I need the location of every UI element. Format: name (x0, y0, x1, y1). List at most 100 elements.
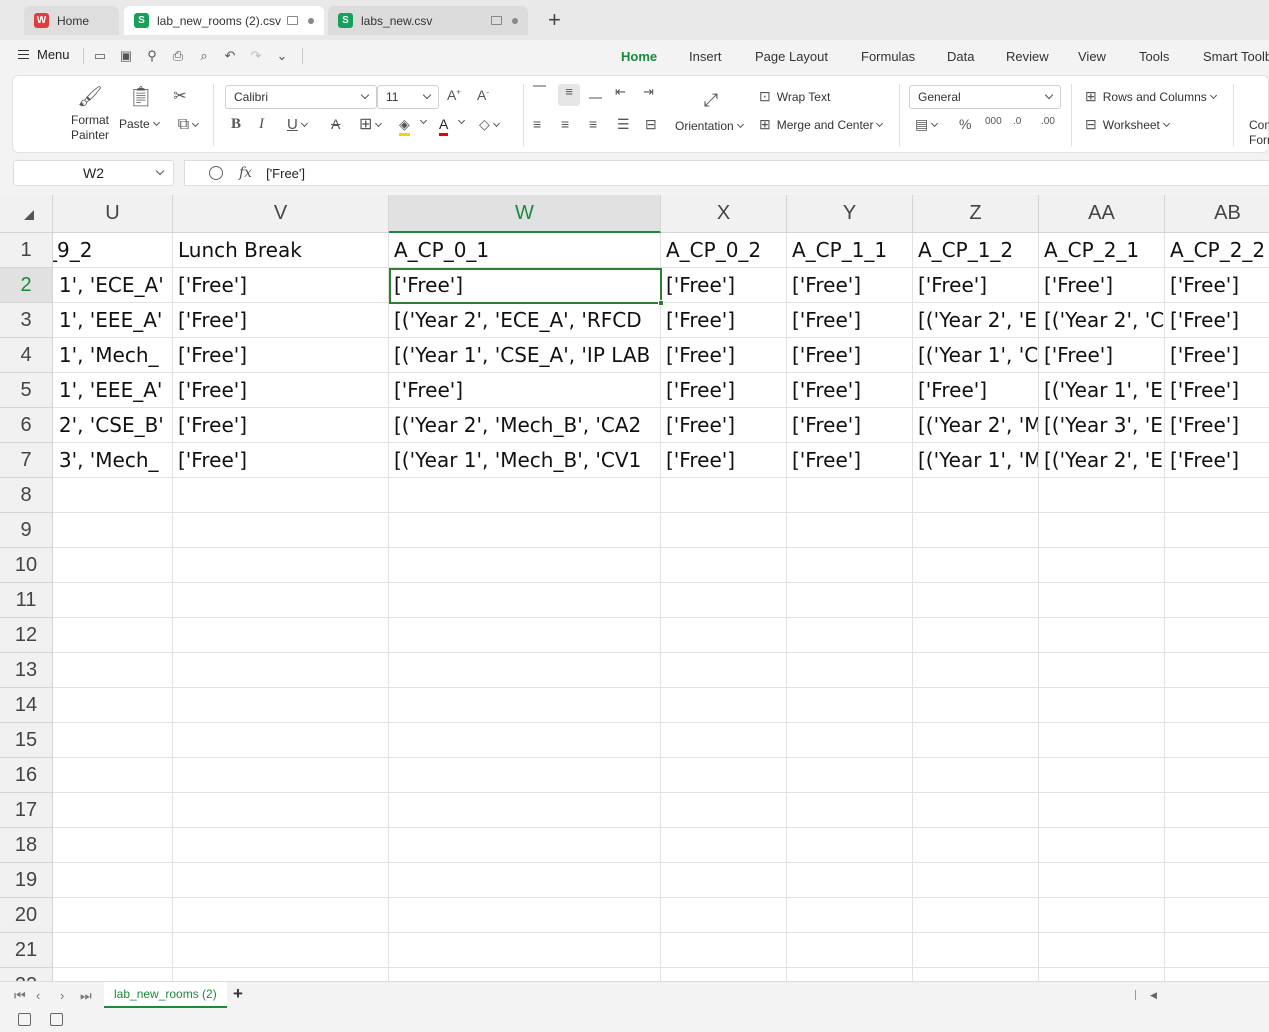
borders-icon[interactable]: ⊞ (359, 114, 383, 134)
column-header-u[interactable]: U (53, 195, 173, 233)
cell-w13[interactable] (389, 653, 661, 688)
cell-aa3[interactable]: [('Year 2', 'C (1039, 303, 1165, 338)
cell-w8[interactable] (389, 478, 661, 513)
row-header-15[interactable]: 15 (0, 723, 53, 758)
cell-w9[interactable] (389, 513, 661, 548)
cell-x1[interactable]: A_CP_0_2 (661, 233, 787, 268)
cell-w12[interactable] (389, 618, 661, 653)
cell-y14[interactable] (787, 688, 913, 723)
cell-x6[interactable]: ['Free'] (661, 408, 787, 443)
font-color-icon[interactable]: A (439, 116, 449, 136)
cell-y20[interactable] (787, 898, 913, 933)
bold-icon[interactable]: B (231, 116, 241, 133)
cell-x5[interactable]: ['Free'] (661, 373, 787, 408)
cell-x7[interactable]: ['Free'] (661, 443, 787, 478)
row-header-10[interactable]: 10 (0, 548, 53, 583)
cell-v17[interactable] (173, 793, 389, 828)
cell-z9[interactable] (913, 513, 1039, 548)
worksheet-button[interactable]: ⊟ Worksheet (1085, 116, 1170, 133)
more-chevron-icon[interactable]: ⌄ (274, 48, 290, 64)
decrease-font-icon[interactable]: A- (477, 87, 489, 103)
cell-x3[interactable]: ['Free'] (661, 303, 787, 338)
font-name-select[interactable]: Calibri (225, 85, 377, 109)
cell-y1[interactable]: A_CP_1_1 (787, 233, 913, 268)
cell-u2[interactable]: ' 1', 'ECE_A' (53, 268, 173, 303)
cell-ab11[interactable] (1165, 583, 1269, 618)
cell-aa13[interactable] (1039, 653, 1165, 688)
copy-icon[interactable]: ⧉ (173, 116, 203, 134)
row-header-11[interactable]: 11 (0, 583, 53, 618)
cell-v10[interactable] (173, 548, 389, 583)
cell-ab12[interactable] (1165, 618, 1269, 653)
align-center-icon[interactable]: ≡ (561, 116, 569, 132)
menu-button[interactable]: Menu (18, 47, 70, 62)
cell-u1[interactable]: _9_2 (53, 233, 173, 268)
cell-u17[interactable] (53, 793, 173, 828)
cell-z5[interactable]: ['Free'] (913, 373, 1039, 408)
justify-icon[interactable]: ☰ (617, 116, 630, 133)
next-sheet-icon[interactable]: › (60, 988, 64, 1003)
cell-ab15[interactable] (1165, 723, 1269, 758)
fx-icon[interactable]: fx (239, 165, 252, 181)
unsaved-dot-icon[interactable] (512, 17, 518, 24)
align-top-icon[interactable]: ⎺ (533, 84, 546, 100)
cell-x13[interactable] (661, 653, 787, 688)
last-sheet-icon[interactable]: ⏭ (80, 988, 92, 1004)
cell-x19[interactable] (661, 863, 787, 898)
cell-ab7[interactable]: ['Free'] (1165, 443, 1269, 478)
row-header-18[interactable]: 18 (0, 828, 53, 863)
ribbon-tab-smart-toolbox[interactable]: Smart Toolbox (1203, 49, 1269, 64)
cell-z2[interactable]: ['Free'] (913, 268, 1039, 303)
cell-u6[interactable]: ' 2', 'CSE_B' (53, 408, 173, 443)
orientation-button[interactable]: ⤢ Orientation (675, 90, 747, 146)
undo-icon[interactable]: ↶ (222, 48, 238, 64)
cell-aa10[interactable] (1039, 548, 1165, 583)
ribbon-tab-page-layout[interactable]: Page Layout (755, 49, 828, 64)
cell-v18[interactable] (173, 828, 389, 863)
cell-x11[interactable] (661, 583, 787, 618)
ribbon-tab-formulas[interactable]: Formulas (861, 49, 915, 64)
cell-u7[interactable]: ' 3', 'Mech_ (53, 443, 173, 478)
align-middle-icon[interactable]: ≡ (558, 84, 580, 106)
row-header-2[interactable]: 2 (0, 268, 53, 303)
row-header-12[interactable]: 12 (0, 618, 53, 653)
zoom-lookup-icon[interactable] (209, 166, 223, 180)
cell-v13[interactable] (173, 653, 389, 688)
cell-w2[interactable]: ['Free'] (389, 268, 661, 303)
row-header-16[interactable]: 16 (0, 758, 53, 793)
percent-icon[interactable]: % (959, 116, 971, 132)
cell-y16[interactable] (787, 758, 913, 793)
row-header-5[interactable]: 5 (0, 373, 53, 408)
increase-indent-icon[interactable]: ⇥ (643, 84, 654, 100)
cell-z1[interactable]: A_CP_1_2 (913, 233, 1039, 268)
column-header-w[interactable]: W (389, 195, 661, 233)
cell-z3[interactable]: [('Year 2', 'E (913, 303, 1039, 338)
strikethrough-icon[interactable]: A (331, 116, 340, 132)
ribbon-tab-data[interactable]: Data (947, 49, 974, 64)
cell-aa4[interactable]: ['Free'] (1039, 338, 1165, 373)
tab-home[interactable]: W Home (24, 6, 119, 35)
cell-z18[interactable] (913, 828, 1039, 863)
cell-x22[interactable] (661, 968, 787, 981)
cell-z22[interactable] (913, 968, 1039, 981)
column-header-v[interactable]: V (173, 195, 389, 233)
cell-u11[interactable] (53, 583, 173, 618)
print-icon[interactable]: ⎙ (170, 48, 186, 64)
tab-active-document[interactable]: S lab_new_rooms (2).csv (124, 6, 324, 35)
cell-v2[interactable]: ['Free'] (173, 268, 389, 303)
cell-z21[interactable] (913, 933, 1039, 968)
cell-v5[interactable]: ['Free'] (173, 373, 389, 408)
cell-aa22[interactable] (1039, 968, 1165, 981)
cell-ab1[interactable]: A_CP_2_2 (1165, 233, 1269, 268)
row-header-21[interactable]: 21 (0, 933, 53, 968)
cell-x9[interactable] (661, 513, 787, 548)
cell-x2[interactable]: ['Free'] (661, 268, 787, 303)
row-header-8[interactable]: 8 (0, 478, 53, 513)
cell-v3[interactable]: ['Free'] (173, 303, 389, 338)
ribbon-tab-insert[interactable]: Insert (689, 49, 722, 64)
cell-u21[interactable] (53, 933, 173, 968)
cell-u22[interactable] (53, 968, 173, 981)
cell-y17[interactable] (787, 793, 913, 828)
cell-ab20[interactable] (1165, 898, 1269, 933)
row-header-14[interactable]: 14 (0, 688, 53, 723)
